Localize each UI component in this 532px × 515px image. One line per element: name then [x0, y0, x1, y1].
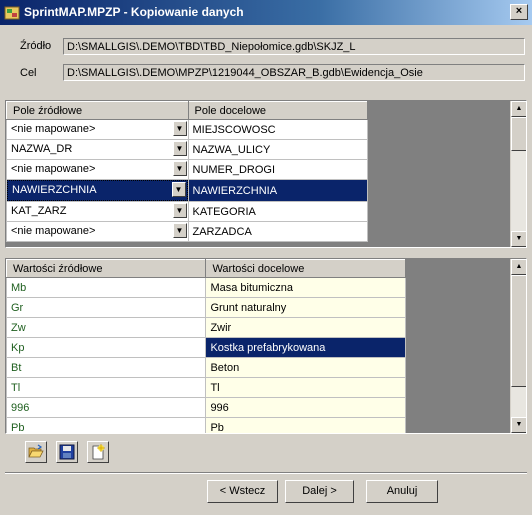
- column-header-target-values[interactable]: Wartości docelowe: [205, 259, 406, 278]
- source-field-combo[interactable]: <nie mapowane> ▼: [7, 120, 188, 139]
- source-field-value: KAT_ZARZ: [11, 205, 67, 217]
- source-value-cell: Zw: [6, 317, 207, 338]
- source-path-field: D:\SMALLGIS\.DEMO\TBD\TBD_Niepołomice.gd…: [63, 38, 525, 55]
- column-header-target-field[interactable]: Pole docelowe: [187, 101, 368, 120]
- source-field-value: <nie mapowane>: [11, 163, 96, 175]
- column-header-source-field[interactable]: Pole źródłowe: [6, 101, 189, 120]
- app-icon: [4, 6, 20, 20]
- dropdown-arrow-icon[interactable]: ▼: [171, 182, 186, 197]
- target-value-cell[interactable]: Grunt naturalny: [205, 297, 406, 318]
- source-field-combo[interactable]: KAT_ZARZ ▼: [7, 202, 188, 221]
- field-row[interactable]: KAT_ZARZ ▼ KATEGORIA: [6, 201, 368, 222]
- value-row[interactable]: Gr Grunt naturalny: [6, 297, 406, 318]
- source-value-cell: 996: [6, 397, 207, 418]
- value-grid-scrollbar[interactable]: ▲ ▼: [510, 259, 526, 433]
- target-field-cell: MIEJSCOWOSC: [187, 119, 368, 140]
- save-button[interactable]: [56, 441, 78, 463]
- open-folder-icon: [28, 444, 44, 458]
- scroll-down-icon[interactable]: ▼: [511, 231, 526, 247]
- next-button[interactable]: Dalej >: [285, 480, 354, 503]
- back-button[interactable]: < Wstecz: [207, 480, 278, 503]
- source-value-cell: Mb: [6, 277, 207, 298]
- title-bar: SprintMAP.MPZP - Kopiowanie danych ×: [0, 0, 532, 25]
- target-value-cell[interactable]: Kostka prefabrykowana: [205, 337, 406, 358]
- value-mapping-grid: Wartości źródłowe Wartości docelowe Mb Ma…: [5, 258, 527, 434]
- value-row[interactable]: 996 996: [6, 397, 406, 418]
- dropdown-arrow-icon[interactable]: ▼: [172, 141, 187, 156]
- scroll-up-icon[interactable]: ▲: [511, 259, 526, 275]
- dropdown-arrow-icon[interactable]: ▼: [172, 203, 187, 218]
- value-row[interactable]: Bt Beton: [6, 357, 406, 378]
- source-field-combo[interactable]: NAZWA_DR ▼: [7, 140, 188, 159]
- source-field-value: NAZWA_DR: [11, 143, 73, 155]
- field-row[interactable]: <nie mapowane> ▼ ZARZADCA: [6, 221, 368, 242]
- target-path-field: D:\SMALLGIS\.DEMO\MPZP\1219044_OBSZAR_B.…: [63, 64, 525, 81]
- target-label: Cel: [20, 67, 37, 79]
- target-field-cell: NAZWA_ULICY: [187, 139, 368, 160]
- target-field-cell: KATEGORIA: [187, 201, 368, 222]
- target-field-cell: NUMER_DROGI: [187, 159, 368, 180]
- dropdown-arrow-icon[interactable]: ▼: [172, 121, 187, 136]
- source-value-cell: Kp: [6, 337, 207, 358]
- source-field-value: NAWIERZCHNIA: [12, 184, 97, 196]
- value-row[interactable]: Tl Tl: [6, 377, 406, 398]
- value-row[interactable]: Zw Zwir: [6, 317, 406, 338]
- source-field-combo[interactable]: NAWIERZCHNIA ▼: [7, 180, 188, 201]
- scroll-thumb[interactable]: [511, 275, 526, 387]
- target-value-cell[interactable]: Pb: [205, 417, 406, 433]
- target-value-cell[interactable]: 996: [205, 397, 406, 418]
- source-field-combo[interactable]: <nie mapowane> ▼: [7, 222, 188, 241]
- new-button[interactable]: [87, 441, 109, 463]
- field-grid-header: Pole źródłowe Pole docelowe: [6, 101, 368, 120]
- target-field-cell: ZARZADCA: [187, 221, 368, 242]
- source-value-cell: Pb: [6, 417, 207, 433]
- source-field-value: <nie mapowane>: [11, 123, 96, 135]
- target-value-cell[interactable]: Zwir: [205, 317, 406, 338]
- dropdown-arrow-icon[interactable]: ▼: [172, 223, 187, 238]
- save-icon: [59, 444, 75, 460]
- scroll-up-icon[interactable]: ▲: [511, 101, 526, 117]
- field-mapping-grid: Pole źródłowe Pole docelowe <nie mapowan…: [5, 100, 527, 248]
- field-row[interactable]: <nie mapowane> ▼ NUMER_DROGI: [6, 159, 368, 180]
- source-label: Źródło: [20, 40, 52, 52]
- value-grid-header: Wartości źródłowe Wartości docelowe: [6, 259, 406, 278]
- window-title: SprintMAP.MPZP - Kopiowanie danych: [24, 5, 244, 19]
- value-row[interactable]: Pb Pb: [6, 417, 406, 433]
- scroll-down-icon[interactable]: ▼: [511, 417, 526, 433]
- source-value-cell: Gr: [6, 297, 207, 318]
- scroll-thumb[interactable]: [511, 117, 526, 151]
- source-field-value: <nie mapowane>: [11, 225, 96, 237]
- field-grid-scrollbar[interactable]: ▲ ▼: [510, 101, 526, 247]
- open-button[interactable]: [25, 441, 47, 463]
- source-value-cell: Bt: [6, 357, 207, 378]
- field-row[interactable]: <nie mapowane> ▼ MIEJSCOWOSC: [6, 119, 368, 140]
- target-value-cell[interactable]: Masa bitumiczna: [205, 277, 406, 298]
- field-row[interactable]: NAZWA_DR ▼ NAZWA_ULICY: [6, 139, 368, 160]
- cancel-button[interactable]: Anuluj: [366, 480, 438, 503]
- close-button[interactable]: ×: [510, 4, 528, 20]
- new-file-icon: [92, 444, 105, 460]
- source-value-cell: Tl: [6, 377, 207, 398]
- target-value-cell[interactable]: Tl: [205, 377, 406, 398]
- dropdown-arrow-icon[interactable]: ▼: [172, 161, 187, 176]
- field-row-selected[interactable]: NAWIERZCHNIA ▼ NAWIERZCHNIA: [6, 179, 368, 202]
- separator: [5, 472, 527, 474]
- target-field-cell: NAWIERZCHNIA: [187, 179, 368, 202]
- column-header-source-values[interactable]: Wartości źródłowe: [6, 259, 207, 278]
- target-value-cell[interactable]: Beton: [205, 357, 406, 378]
- source-field-combo[interactable]: <nie mapowane> ▼: [7, 160, 188, 179]
- value-row-selected[interactable]: Kp Kostka prefabrykowana: [6, 337, 406, 358]
- value-row[interactable]: Mb Masa bitumiczna: [6, 277, 406, 298]
